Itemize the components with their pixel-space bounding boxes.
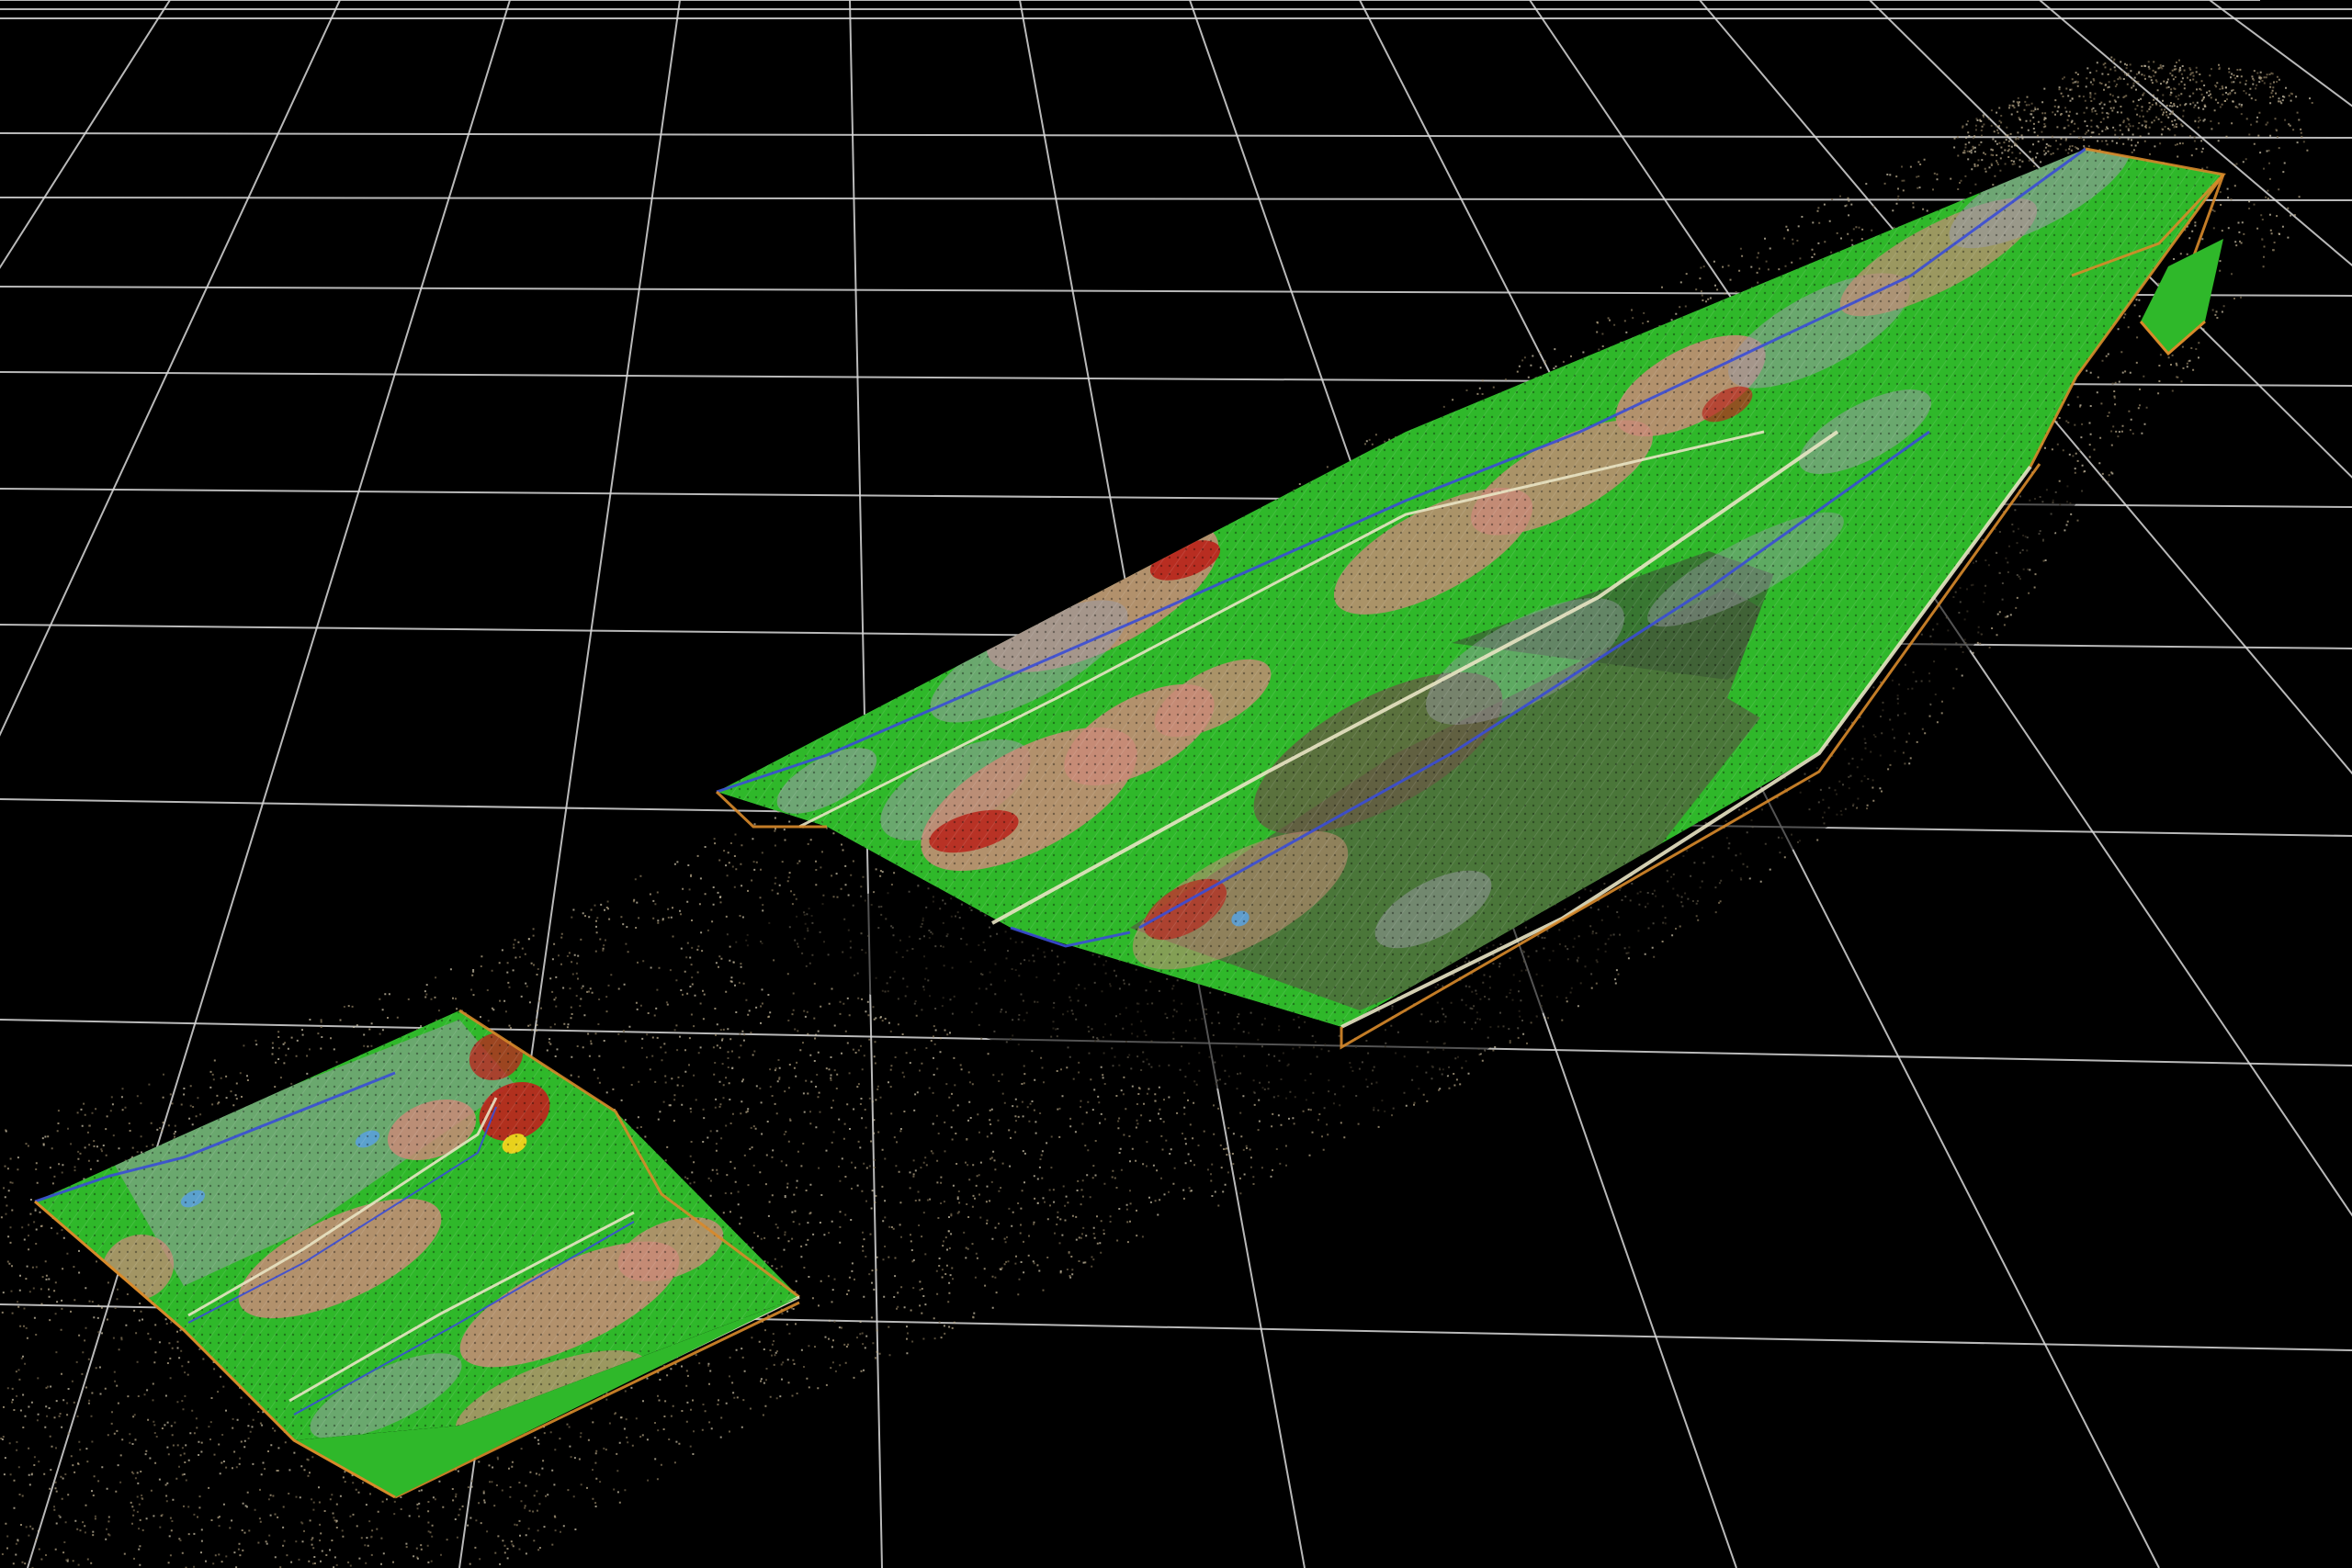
scene-canvas[interactable]: [0, 0, 2352, 1568]
3d-viewport[interactable]: [0, 0, 2352, 1568]
